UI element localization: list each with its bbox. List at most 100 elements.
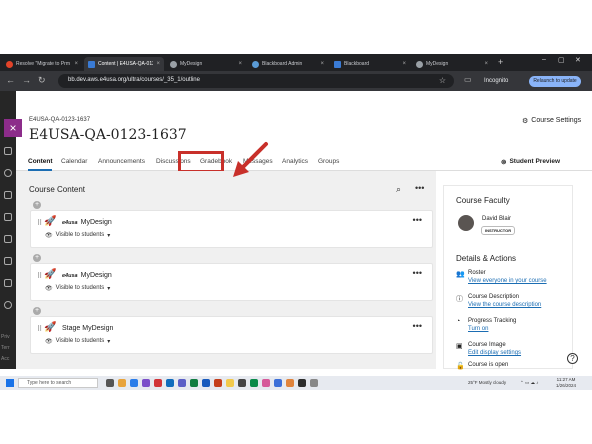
content-item-title[interactable]: e4usa MyDesign [62,219,112,226]
close-tab-icon[interactable]: × [156,61,160,67]
content-item[interactable]: ⠿ 🚀 e4usa MyDesign 👁 Visible to students ▾ … [30,210,433,248]
browser-tab-1[interactable]: Resolve "Migrate to Prm × [2,57,82,71]
back-icon[interactable]: ← [6,75,15,85]
browser-tab-3[interactable]: MyDesign × [166,57,246,71]
close-window-icon[interactable]: ✕ [575,56,581,64]
info-icon: ⓘ [456,296,463,303]
grades-icon[interactable] [4,279,12,287]
excel-icon[interactable] [190,379,198,387]
file-explorer-icon[interactable] [118,379,126,387]
content-item-title[interactable]: e4usa MyDesign [62,272,112,279]
app-icon[interactable] [310,379,318,387]
tab-search-icon[interactable]: ▭ [464,75,472,84]
institution-icon[interactable] [4,169,12,177]
edge-icon[interactable] [130,379,138,387]
more-options-icon[interactable]: ••• [413,268,422,278]
visibility-dropdown[interactable]: 👁 Visible to students ▾ [45,338,110,345]
terms-link[interactable]: Terr [1,345,10,351]
relaunch-button[interactable]: Relaunch to update [529,76,581,87]
eye-icon: 👁 [45,233,53,239]
gitlab-icon [6,60,13,68]
close-tab-icon[interactable]: × [402,61,406,67]
profile-icon[interactable] [4,147,12,155]
app-icon[interactable] [286,379,294,387]
outlook-icon[interactable] [166,379,174,387]
bookmark-star-icon[interactable]: ☆ [439,76,446,85]
search-icon[interactable]: ⌕ [396,184,401,195]
course-settings-button[interactable]: ⚙ Course Settings [522,117,581,125]
faculty-name[interactable]: David Blair [482,216,511,222]
app-icon[interactable] [274,379,282,387]
add-content-button[interactable]: + [33,254,41,262]
tab-groups[interactable]: Groups [318,158,339,165]
content-item[interactable]: ⠿ 🚀 Stage MyDesign 👁 Visible to students ▾… [30,316,433,354]
forward-icon[interactable]: → [22,75,31,85]
app-icon[interactable] [262,379,270,387]
tab-calendar[interactable]: Calendar [61,158,87,165]
taskbar-search[interactable]: Type here to search [18,378,98,388]
drag-handle-icon[interactable]: ⠿ [37,219,42,227]
teams-icon[interactable] [178,379,186,387]
roster-link[interactable]: View everyone in your course [468,278,547,284]
detail-course-open: 🔓 Course is open [456,362,509,370]
messages-icon[interactable] [4,257,12,265]
visibility-dropdown[interactable]: 👁 Visible to students ▾ [45,232,110,239]
blackboard-icon [88,60,95,68]
courses-icon[interactable] [4,213,12,221]
app-icon[interactable] [250,379,258,387]
chrome-icon[interactable] [226,379,234,387]
app-icon[interactable] [154,379,162,387]
app-icon[interactable] [238,379,246,387]
blackboard-app: Priv Terr Acc × E4USA-QA-0123-1637 E4USA… [0,91,592,370]
browser-tab-6[interactable]: MyDesign × [412,57,492,71]
content-item-title[interactable]: Stage MyDesign [62,325,113,332]
browser-tab-2[interactable]: Content | E4USA-QA-0123-1 × [84,57,164,71]
close-tab-icon[interactable]: × [484,61,488,67]
course-description-link[interactable]: View the course description [468,302,541,308]
close-tab-icon[interactable]: × [74,61,78,67]
close-tab-icon[interactable]: × [320,61,324,67]
weather-widget[interactable]: 25°F Mostly cloudy [468,380,506,385]
detail-progress-tracking: ◔ Progress Tracking Turn on [456,318,517,332]
help-button[interactable]: ? [567,353,578,364]
student-preview-button[interactable]: ⊚ Student Preview [501,158,560,166]
drag-handle-icon[interactable]: ⠿ [37,325,42,333]
drag-handle-icon[interactable]: ⠿ [37,272,42,280]
system-tray-icons[interactable]: ⌃ ▭ ☁ ♪ [520,380,539,386]
browser-tab-5[interactable]: Blackboard × [330,57,410,71]
task-view-icon[interactable] [106,379,114,387]
add-content-button[interactable]: + [33,201,41,209]
visibility-dropdown[interactable]: 👁 Visible to students ▾ [45,285,110,292]
close-course-button[interactable]: × [4,119,22,137]
windows-start-icon[interactable] [6,379,14,387]
new-tab-button[interactable]: + [498,57,503,67]
powerpoint-icon[interactable] [214,379,222,387]
tab-content[interactable]: Content [28,158,53,165]
reload-icon[interactable]: ↻ [38,75,46,86]
course-id: E4USA-QA-0123-1637 [29,117,91,123]
app-icon[interactable] [298,379,306,387]
calendar-icon[interactable] [4,235,12,243]
close-tab-icon[interactable]: × [238,61,242,67]
display-settings-link[interactable]: Edit display settings [468,350,521,356]
progress-tracking-link[interactable]: Turn on [468,326,516,332]
tools-icon[interactable] [4,301,12,309]
tab-analytics[interactable]: Analytics [282,158,308,165]
clock[interactable]: 11:27 AM 1/26/2024 [556,377,576,389]
accessibility-link[interactable]: Acc [1,356,9,362]
word-icon[interactable] [202,379,210,387]
add-content-button[interactable]: + [33,307,41,315]
maximize-icon[interactable]: ▢ [558,56,565,64]
minimize-icon[interactable]: – [542,56,546,63]
chevron-down-icon: ▾ [107,339,111,345]
url-field[interactable]: bb.dev.aws.e4usa.org/ultra/courses/_35_1… [58,74,454,88]
activity-icon[interactable] [4,191,12,199]
more-options-icon[interactable]: ••• [415,183,424,193]
browser-tab-4[interactable]: Blackboard Admin × [248,57,328,71]
privacy-link[interactable]: Priv [1,334,10,340]
app-icon[interactable] [142,379,150,387]
more-options-icon[interactable]: ••• [413,215,422,225]
tab-announcements[interactable]: Announcements [98,158,145,165]
content-item[interactable]: ⠿ 🚀 e4usa MyDesign 👁 Visible to students ▾ … [30,263,433,301]
more-options-icon[interactable]: ••• [413,321,422,331]
